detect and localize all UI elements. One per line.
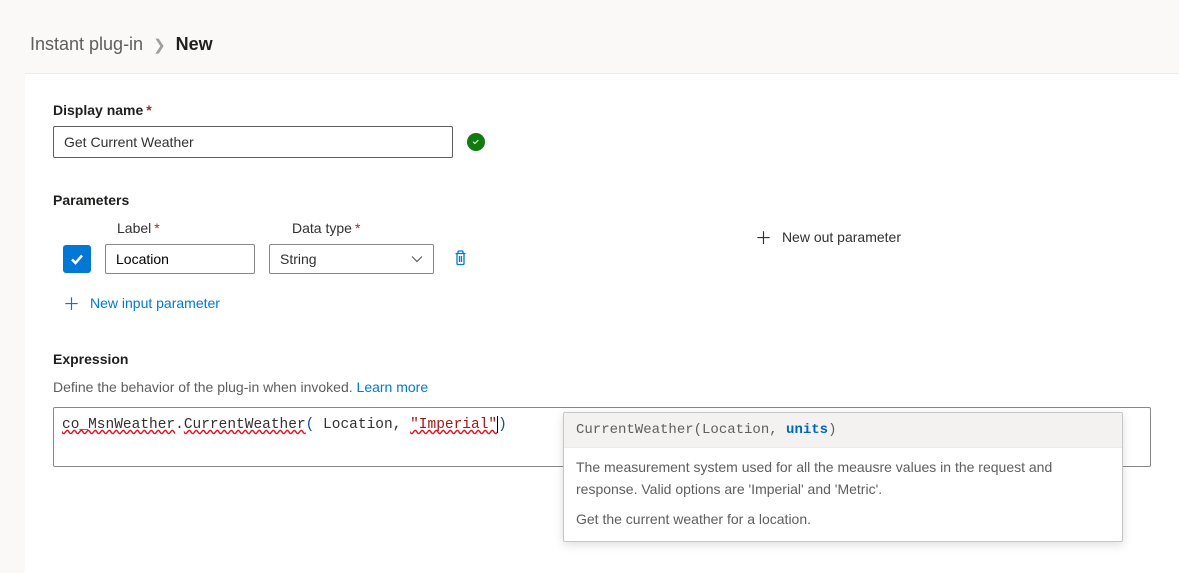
expr-token-ident: co_MsnWeather [62, 417, 175, 433]
parameter-type-select[interactable]: String [269, 244, 434, 274]
parameters-heading: Parameters [53, 192, 1151, 208]
delete-parameter-button[interactable] [448, 245, 473, 273]
col-header-label: Label* [117, 220, 292, 236]
parameter-row: String [53, 244, 473, 274]
parameter-label-input[interactable] [105, 244, 255, 274]
plus-icon: ＋ [755, 224, 772, 249]
checkmark-success-icon [467, 133, 485, 151]
col-header-type: Data type* [292, 220, 360, 236]
new-input-parameter-button[interactable]: ＋ New input parameter [63, 286, 220, 319]
intellisense-fn-desc: Get the current weather for a location. [576, 509, 1110, 531]
new-out-parameter-button[interactable]: ＋ New out parameter [755, 220, 901, 253]
expression-subtitle: Define the behavior of the plug-in when … [53, 379, 1151, 395]
expr-token-arg: Location [314, 417, 392, 433]
trash-icon [452, 249, 469, 266]
chevron-right-icon: ❯ [153, 36, 166, 54]
breadcrumb-current: New [176, 34, 213, 55]
breadcrumb-parent[interactable]: Instant plug-in [30, 34, 143, 55]
expression-heading: Expression [53, 351, 1151, 367]
parameter-type-value: String [280, 251, 317, 267]
expr-token-fn: CurrentWeather [184, 417, 306, 433]
main-panel: Display name* Parameters Label* Data typ… [25, 73, 1179, 573]
chevron-down-icon [411, 253, 423, 265]
intellisense-signature: CurrentWeather(Location, units) [564, 413, 1122, 448]
breadcrumb: Instant plug-in ❯ New [0, 0, 1179, 73]
parameter-checkbox[interactable] [63, 245, 91, 273]
intellisense-param-desc: The measurement system used for all the … [576, 457, 1110, 500]
intellisense-popup: CurrentWeather(Location, units) The meas… [563, 412, 1123, 542]
new-out-label: New out parameter [782, 229, 901, 245]
display-name-label: Display name* [53, 102, 1151, 118]
intellisense-active-param: units [786, 422, 828, 438]
required-asterisk: * [146, 102, 151, 118]
expr-token-string: "Imperial" [410, 417, 497, 433]
new-input-label: New input parameter [90, 295, 220, 311]
display-name-input[interactable] [53, 126, 453, 158]
learn-more-link[interactable]: Learn more [357, 379, 429, 395]
plus-icon: ＋ [63, 290, 80, 315]
